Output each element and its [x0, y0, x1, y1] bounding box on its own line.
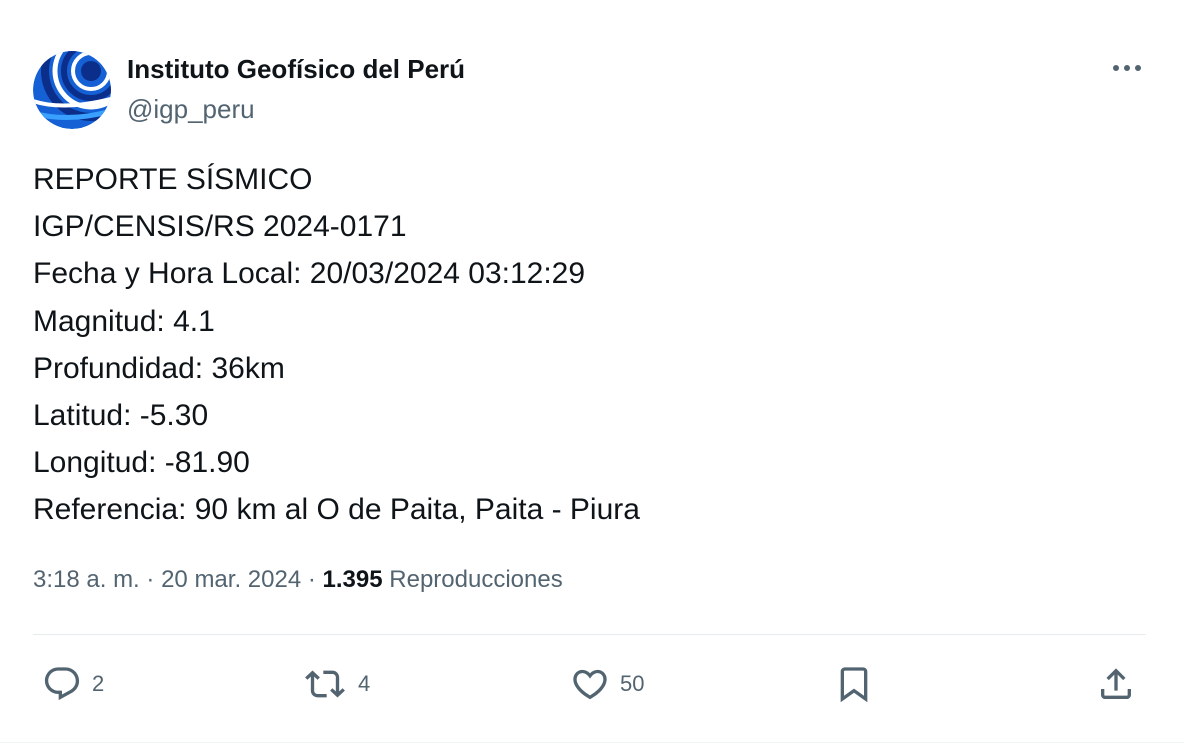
- reply-icon: [44, 667, 80, 701]
- reply-count: 2: [92, 671, 105, 696]
- meta-separator: ·: [307, 566, 316, 593]
- views-count: 1.395: [322, 566, 383, 593]
- post-line-depth: Profundidad: 36km: [33, 351, 285, 385]
- author-handle[interactable]: @igp_peru: [127, 94, 255, 125]
- post-line-datetime: Fecha y Hora Local: 20/03/2024 03:12:29: [33, 257, 586, 291]
- reply-button[interactable]: 2: [42, 662, 104, 706]
- like-button[interactable]: 50: [570, 662, 644, 706]
- post-card: Instituto Geofísico del Perú @igp_peru R…: [0, 0, 1184, 748]
- heart-icon: [573, 669, 607, 700]
- post-line-latitude: Latitud: -5.30: [33, 399, 209, 433]
- post-meta: 3:18 a. m. · 20 mar. 2024 · 1.395 Reprod…: [33, 566, 563, 594]
- post-date[interactable]: 20 mar. 2024: [161, 566, 301, 593]
- share-icon: [1101, 668, 1131, 699]
- post-text: REPORTE SÍSMICO IGP/CENSIS/RS 2024-0171 …: [33, 156, 1143, 534]
- post-line-title: REPORTE SÍSMICO: [33, 163, 313, 196]
- repost-count: 4: [358, 671, 371, 696]
- more-options-button[interactable]: [1106, 56, 1150, 80]
- bookmark-button[interactable]: [834, 662, 874, 706]
- repost-button[interactable]: 4: [302, 662, 370, 706]
- views-label: Reproducciones: [389, 566, 563, 593]
- share-button[interactable]: [1096, 662, 1136, 706]
- bottom-border: [0, 742, 1184, 743]
- author-name[interactable]: Instituto Geofísico del Perú: [127, 54, 465, 85]
- repost-icon: [305, 670, 345, 698]
- post-line-longitude: Longitud: -81.90: [33, 446, 250, 480]
- more-icon: [1113, 65, 1141, 71]
- like-count: 50: [620, 671, 645, 696]
- post-line-report-id: IGP/CENSIS/RS 2024-0171: [33, 210, 407, 244]
- post-line-magnitude: Magnitud: 4.1: [33, 304, 215, 338]
- meta-separator: ·: [146, 566, 155, 593]
- post-time[interactable]: 3:18 a. m.: [33, 566, 140, 593]
- avatar[interactable]: [33, 51, 111, 129]
- divider: [33, 634, 1146, 635]
- bookmark-icon: [840, 667, 868, 703]
- post-line-reference: Referencia: 90 km al O de Paita, Paita -…: [33, 493, 640, 527]
- igp-logo-icon: [33, 51, 111, 129]
